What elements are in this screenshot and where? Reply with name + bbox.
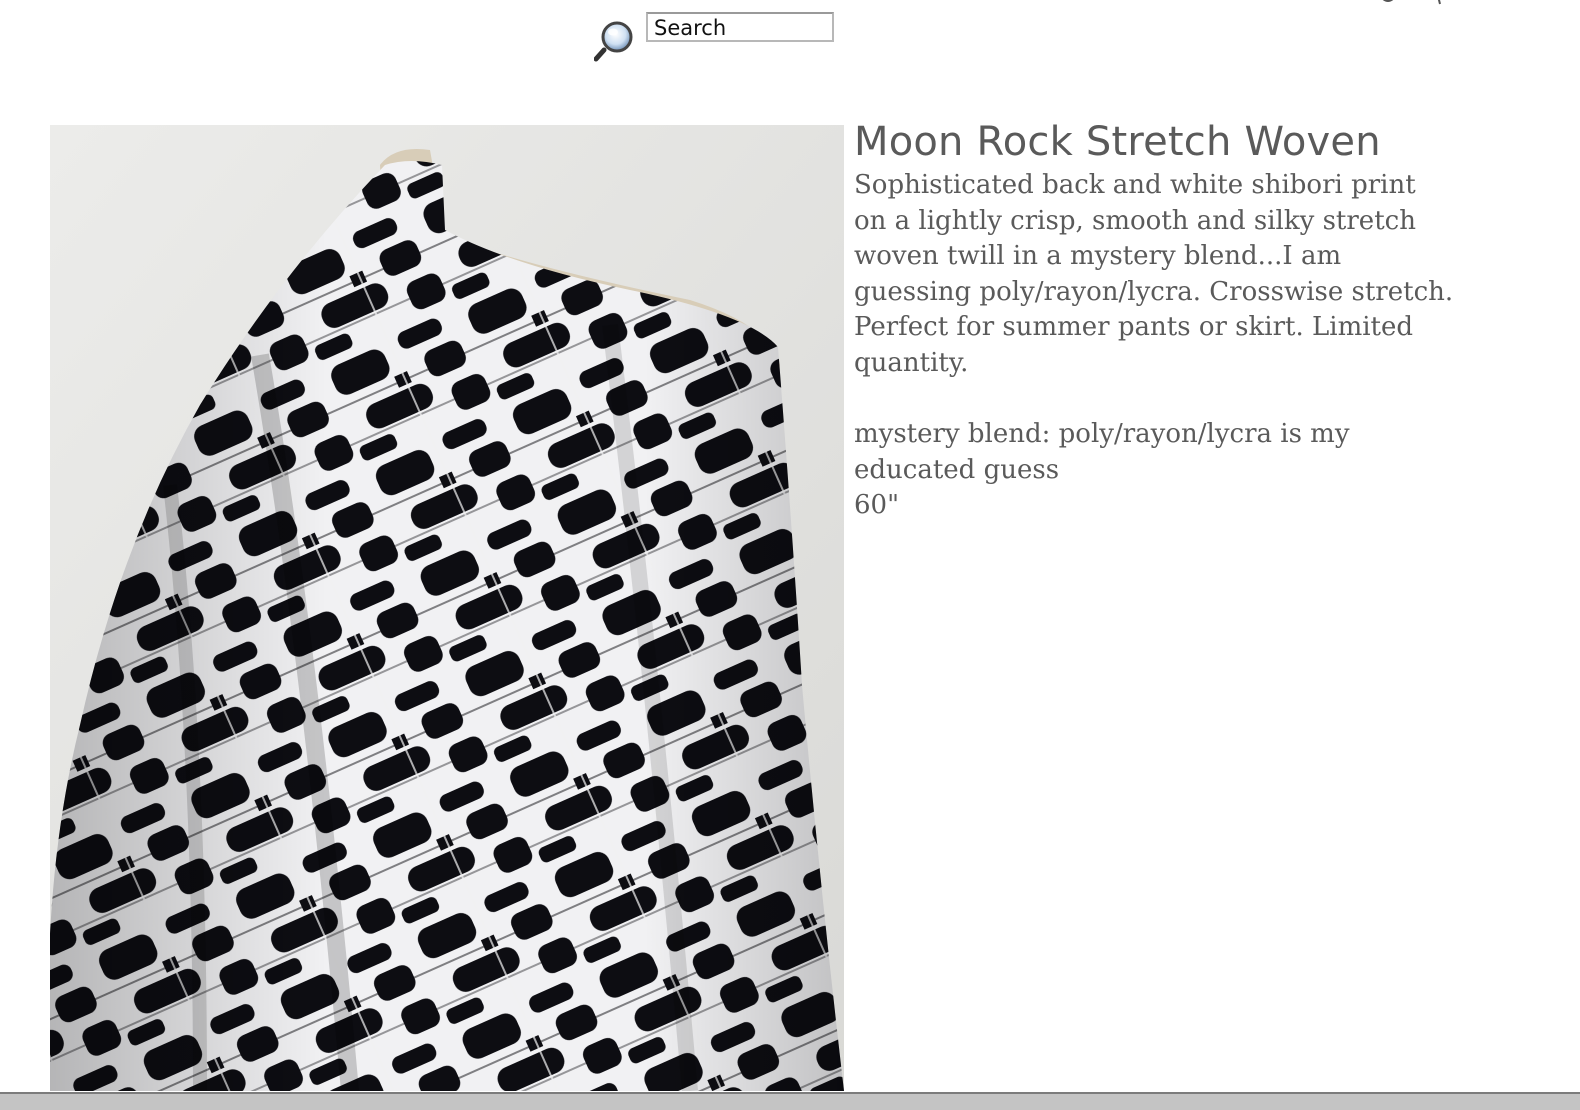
product-title: Moon Rock Stretch Woven [854,119,1381,165]
product-image [50,125,844,1091]
product-info: Moon Rock Stretch Woven Sophisticated ba… [854,118,1464,524]
cropped-header-text [1382,0,1441,5]
product-description: Sophisticated back and white shibori pri… [854,170,1454,378]
search-input[interactable] [646,12,834,42]
spec-width: 60" [854,490,900,520]
horizontal-scrollbar[interactable] [0,1092,1580,1110]
spec-blend: mystery blend: poly/rayon/lycra is my ed… [854,419,1350,485]
magnifying-glass-icon[interactable] [594,18,638,68]
